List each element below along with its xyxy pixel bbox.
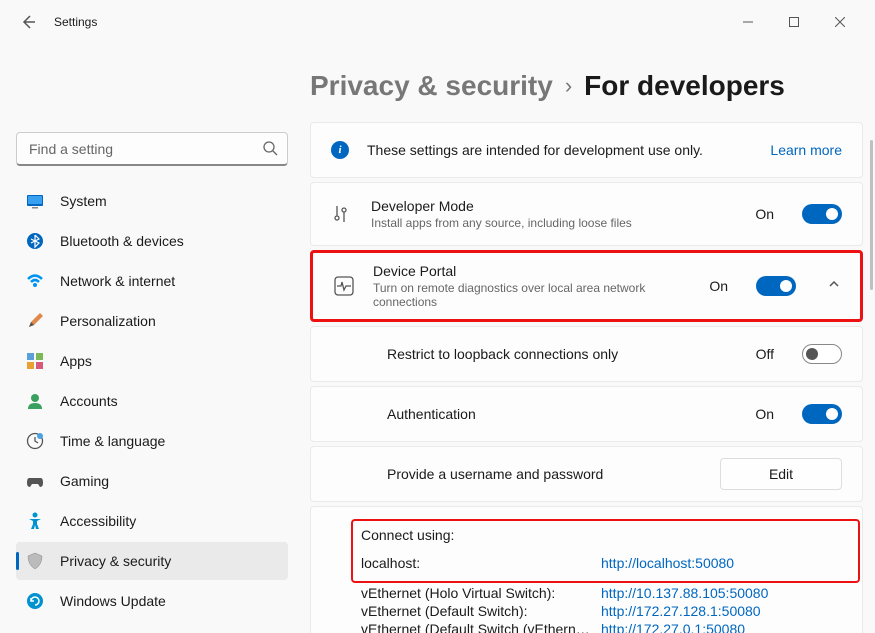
shield-icon — [26, 552, 44, 570]
developer-mode-toggle[interactable] — [802, 204, 842, 224]
authentication-toggle[interactable] — [802, 404, 842, 424]
bluetooth-icon — [26, 232, 44, 250]
sidebar-item-label: Windows Update — [60, 593, 166, 609]
sidebar-item-label: Time & language — [60, 433, 165, 449]
page-title: For developers — [584, 70, 785, 102]
update-icon — [26, 592, 44, 610]
sidebar-item-label: Accessibility — [60, 513, 136, 529]
system-icon — [26, 192, 44, 210]
toggle-state: On — [755, 406, 774, 422]
row-title: Authentication — [387, 406, 737, 422]
search-input[interactable] — [16, 132, 288, 166]
sidebar-item-label: Bluetooth & devices — [60, 233, 184, 249]
sidebar-item-label: Accounts — [60, 393, 118, 409]
sidebar-item-update[interactable]: Windows Update — [16, 582, 288, 620]
row-subtitle: Install apps from any source, including … — [371, 216, 737, 230]
row-title: Developer Mode — [371, 198, 737, 214]
sidebar-item-time[interactable]: Time & language — [16, 422, 288, 460]
sidebar-item-privacy[interactable]: Privacy & security — [16, 542, 288, 580]
sidebar-item-label: Network & internet — [60, 273, 175, 289]
credentials-row: Provide a username and password Edit — [310, 446, 863, 502]
sidebar-item-personalization[interactable]: Personalization — [16, 302, 288, 340]
toggle-state: On — [755, 206, 774, 222]
close-button[interactable] — [817, 6, 863, 38]
sidebar-item-label: Privacy & security — [60, 553, 171, 569]
sidebar-item-label: System — [60, 193, 107, 209]
row-title: Restrict to loopback connections only — [387, 346, 738, 362]
row-title: Provide a username and password — [387, 466, 702, 482]
row-title: Device Portal — [373, 263, 691, 279]
device-portal-row[interactable]: Device Portal Turn on remote diagnostics… — [310, 250, 863, 322]
connect-label: localhost: — [361, 555, 601, 571]
sidebar-item-system[interactable]: System — [16, 182, 288, 220]
connect-using-card: Connect using: localhost: http://localho… — [310, 506, 863, 633]
info-banner: i These settings are intended for develo… — [310, 122, 863, 178]
connect-header: Connect using: — [361, 527, 850, 543]
connect-label: vEthernet (Default Switch (vEthern… — [361, 621, 601, 633]
info-text: These settings are intended for developm… — [367, 142, 752, 158]
apps-icon — [26, 352, 44, 370]
heartbeat-icon — [333, 275, 355, 297]
toggle-state: Off — [756, 346, 774, 362]
connect-link[interactable]: http://172.27.128.1:50080 — [601, 603, 761, 619]
scrollbar[interactable] — [870, 140, 873, 290]
person-icon — [26, 392, 44, 410]
accessibility-icon — [26, 512, 44, 530]
sidebar-item-bluetooth[interactable]: Bluetooth & devices — [16, 222, 288, 260]
brush-icon — [26, 312, 44, 330]
sidebar-item-label: Apps — [60, 353, 92, 369]
chevron-up-icon[interactable] — [828, 277, 840, 295]
connect-link[interactable]: http://localhost:50080 — [601, 555, 734, 571]
wifi-icon — [26, 272, 44, 290]
back-button[interactable] — [12, 6, 44, 38]
breadcrumb: Privacy & security › For developers — [310, 70, 863, 102]
chevron-right-icon: › — [565, 73, 572, 99]
loopback-row[interactable]: Restrict to loopback connections only Of… — [310, 326, 863, 382]
minimize-button[interactable] — [725, 6, 771, 38]
authentication-row[interactable]: Authentication On — [310, 386, 863, 442]
connect-link[interactable]: http://172.27.0.1:50080 — [601, 621, 745, 633]
developer-mode-row[interactable]: Developer Mode Install apps from any sou… — [310, 182, 863, 246]
sidebar-item-gaming[interactable]: Gaming — [16, 462, 288, 500]
sidebar-item-apps[interactable]: Apps — [16, 342, 288, 380]
connect-label: vEthernet (Holo Virtual Switch): — [361, 585, 601, 601]
row-subtitle: Turn on remote diagnostics over local ar… — [373, 281, 691, 309]
loopback-toggle[interactable] — [802, 344, 842, 364]
learn-more-link[interactable]: Learn more — [770, 142, 842, 158]
sidebar-item-network[interactable]: Network & internet — [16, 262, 288, 300]
breadcrumb-parent[interactable]: Privacy & security — [310, 70, 553, 102]
sidebar-item-accounts[interactable]: Accounts — [16, 382, 288, 420]
sidebar-item-label: Gaming — [60, 473, 109, 489]
edit-button[interactable]: Edit — [720, 458, 842, 490]
sidebar-item-label: Personalization — [60, 313, 156, 329]
sidebar-item-accessibility[interactable]: Accessibility — [16, 502, 288, 540]
device-portal-toggle[interactable] — [756, 276, 796, 296]
tools-icon — [331, 203, 353, 225]
toggle-state: On — [709, 278, 728, 294]
search-icon — [262, 140, 278, 161]
info-icon: i — [331, 141, 349, 159]
connect-link[interactable]: http://10.137.88.105:50080 — [601, 585, 768, 601]
gamepad-icon — [26, 472, 44, 490]
maximize-button[interactable] — [771, 6, 817, 38]
clock-icon — [26, 432, 44, 450]
connect-label: vEthernet (Default Switch): — [361, 603, 601, 619]
app-title: Settings — [54, 15, 97, 29]
